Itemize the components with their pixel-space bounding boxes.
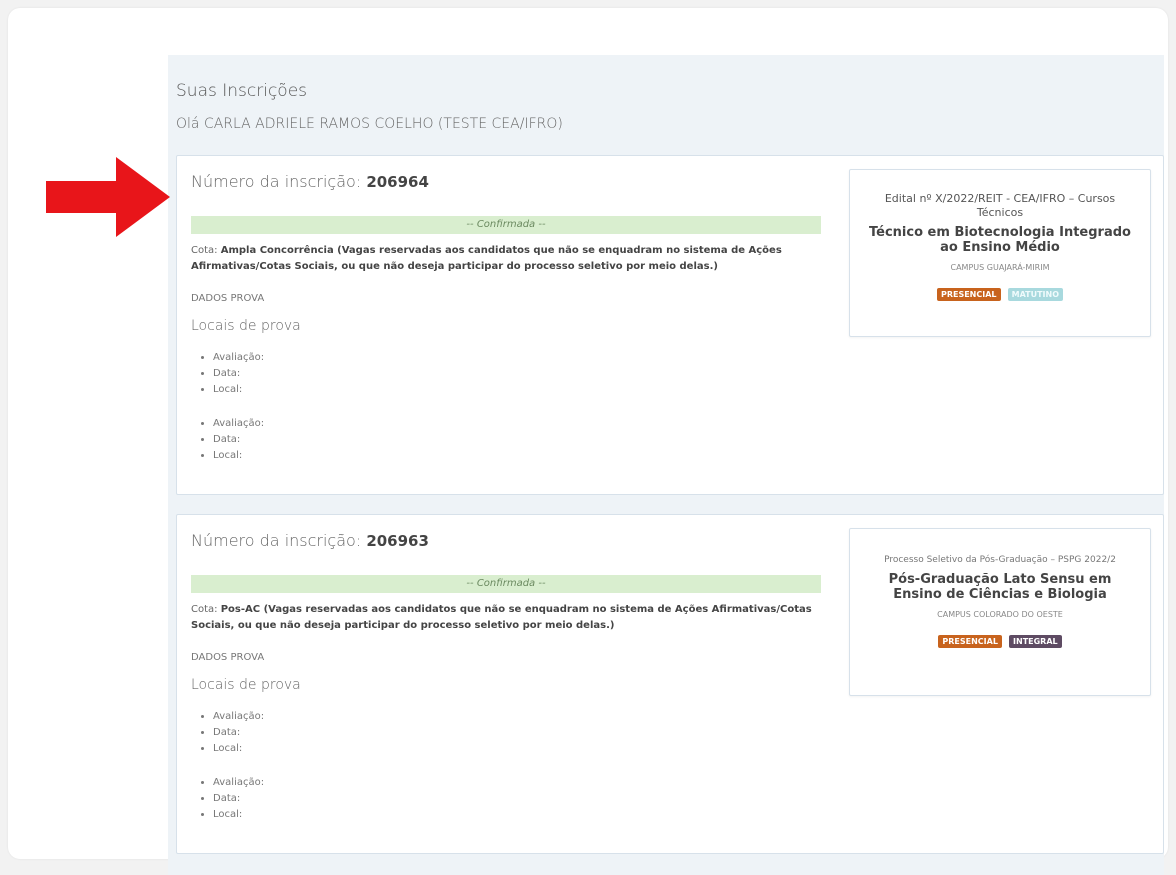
inscription-number-label: Número da inscrição: <box>191 531 362 550</box>
cota-info: Cota: Ampla Concorrência (Vagas reservad… <box>191 243 831 275</box>
list-item: Local: <box>213 807 264 823</box>
inscription-number: 206964 <box>366 173 429 191</box>
inscription-number: 206963 <box>366 532 429 550</box>
course-name: Pós-Graduação Lato Sensu em Ensino de Ci… <box>888 572 1112 602</box>
course-name: Técnico em Biotecnologia Integrado ao En… <box>869 225 1131 255</box>
campus-name: CAMPUS COLORADO DO OESTE <box>937 610 1063 619</box>
list-item: Avaliação: <box>213 350 264 366</box>
edital-name: Edital nº X/2022/REIT - CEA/IFRO – Curso… <box>884 192 1116 219</box>
list-item: Data: <box>213 725 264 741</box>
inscription-number-label: Número da inscrição: <box>191 172 362 191</box>
shift-badge: MATUTINO <box>1007 288 1064 301</box>
inscricoes-panel: Suas Inscrições Olá CARLA ADRIELE RAMOS … <box>168 55 1164 875</box>
list-item: Local: <box>213 448 264 464</box>
cota-info: Cota: Pos-AC (Vagas reservadas aos candi… <box>191 602 831 634</box>
exam-location-list: Avaliação: Data: Local: <box>191 416 264 464</box>
dados-prova-label: DADOS PROVA <box>191 293 265 304</box>
cota-value: Ampla Concorrência (Vagas reservadas aos… <box>191 245 782 272</box>
dados-prova-label: DADOS PROVA <box>191 652 265 663</box>
campus-name: CAMPUS GUAJARÁ-MIRIM <box>950 263 1050 272</box>
exam-location-list: Avaliação: Data: Local: <box>191 350 264 398</box>
shift-badge: INTEGRAL <box>1009 635 1062 648</box>
edital-name: Processo Seletivo da Pós-Graduação – PSP… <box>884 555 1116 565</box>
cota-label: Cota: <box>191 604 218 615</box>
status-badge: -- Confirmada -- <box>191 575 821 593</box>
list-item: Avaliação: <box>213 775 264 791</box>
page-title: Suas Inscrições <box>176 81 308 101</box>
modality-badge: PRESENCIAL <box>936 288 1001 301</box>
page-frame: Suas Inscrições Olá CARLA ADRIELE RAMOS … <box>8 8 1168 875</box>
inscription-number-heading: Número da inscrição: 206963 <box>191 531 429 550</box>
user-greeting: Olá CARLA ADRIELE RAMOS COELHO (TESTE CE… <box>176 116 563 132</box>
cota-value: Pos-AC (Vagas reservadas aos candidatos … <box>191 604 812 631</box>
course-badges: PRESENCIAL MATUTINO <box>850 282 1150 301</box>
locais-prova-heading: Locais de prova <box>191 318 301 334</box>
list-item: Avaliação: <box>213 709 264 725</box>
exam-location-list: Avaliação: Data: Local: <box>191 709 264 757</box>
locais-prova-heading: Locais de prova <box>191 677 301 693</box>
arrow-right-icon <box>46 157 170 237</box>
status-badge: -- Confirmada -- <box>191 216 821 234</box>
inscription-card: Número da inscrição: 206963 -- Confirmad… <box>176 514 1164 854</box>
list-item: Data: <box>213 432 264 448</box>
cota-label: Cota: <box>191 245 218 256</box>
course-badges: PRESENCIAL INTEGRAL <box>850 629 1150 648</box>
list-item: Data: <box>213 791 264 807</box>
list-item: Data: <box>213 366 264 382</box>
list-item: Avaliação: <box>213 416 264 432</box>
inscription-number-heading: Número da inscrição: 206964 <box>191 172 429 191</box>
edital-card: Edital nº X/2022/REIT - CEA/IFRO – Curso… <box>849 169 1151 337</box>
list-item: Local: <box>213 741 264 757</box>
edital-card: Processo Seletivo da Pós-Graduação – PSP… <box>849 528 1151 696</box>
exam-location-list: Avaliação: Data: Local: <box>191 775 264 823</box>
list-item: Local: <box>213 382 264 398</box>
modality-badge: PRESENCIAL <box>938 635 1002 648</box>
inscription-card: Número da inscrição: 206964 -- Confirmad… <box>176 155 1164 495</box>
